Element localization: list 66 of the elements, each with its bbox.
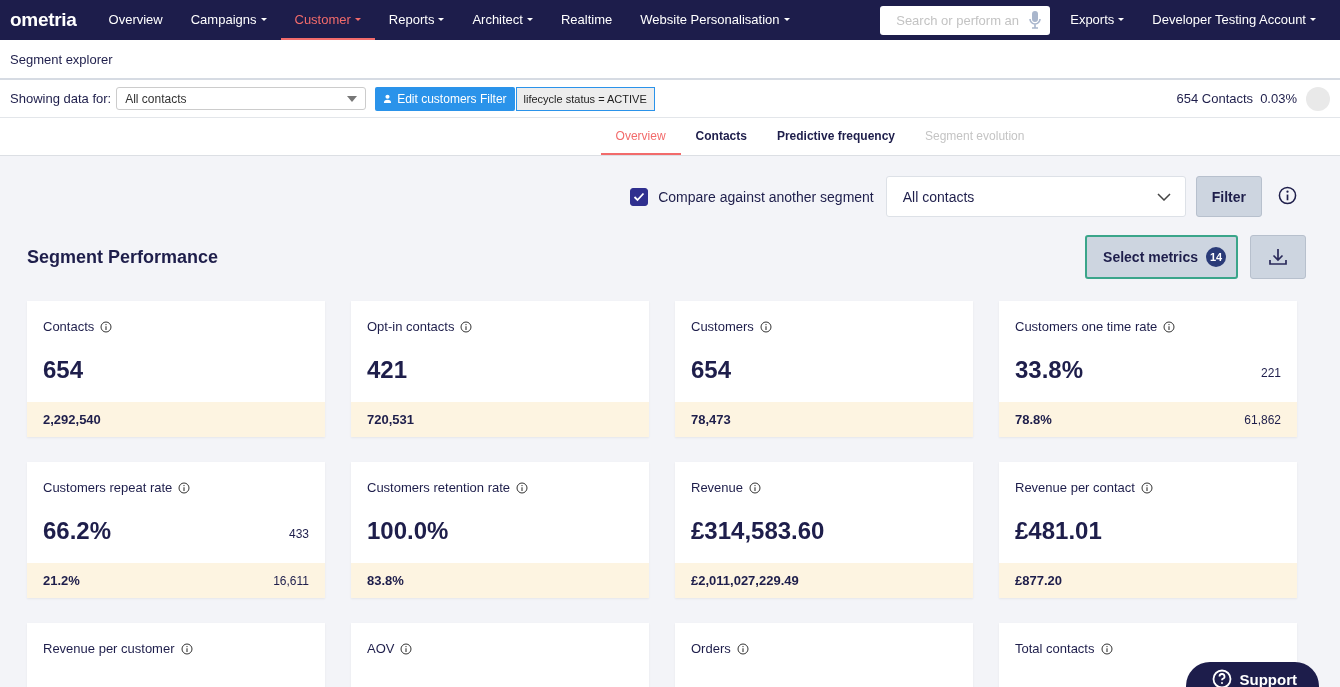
comparison-value: £877.20 (1015, 573, 1062, 588)
person-icon (383, 94, 393, 103)
page-title: Segment explorer (10, 51, 113, 67)
comparison-value: 78,473 (691, 412, 731, 427)
logo[interactable]: ometria (10, 0, 77, 40)
comparison-value: 720,531 (367, 412, 414, 427)
metric-title: Contacts (43, 319, 95, 334)
comparison-value: 78.8% (1015, 412, 1052, 427)
search-bar[interactable]: Search or perform an (880, 5, 1051, 35)
metric-value: £314,583.60 (691, 517, 825, 545)
download-button[interactable] (1250, 235, 1306, 279)
contacts-percent: 0.03% (1260, 91, 1297, 106)
select-metrics-button[interactable]: Select metrics 14 (1085, 235, 1238, 279)
metric-title: Opt-in contacts (367, 319, 455, 334)
metric-value: 654 (691, 356, 732, 384)
caret-icon (347, 95, 358, 102)
info-icon[interactable] (1278, 186, 1297, 205)
tab[interactable]: Contacts (680, 118, 762, 155)
support-button[interactable]: Support (1185, 662, 1319, 687)
metric-title: Customers retention rate (367, 480, 511, 495)
comparison-value: 83.8% (367, 573, 404, 588)
metric-title: Revenue per contact (1015, 480, 1135, 495)
metric-value: 654 (43, 356, 84, 384)
metric-title: Customers (691, 319, 754, 334)
nav-item[interactable]: Campaigns (176, 0, 281, 40)
metric-value: 421 (367, 356, 408, 384)
count-badge: 14 (1206, 247, 1226, 267)
section-title: Segment Performance (27, 246, 219, 268)
nav-item[interactable]: Website Personalisation (626, 0, 804, 40)
metric-value: 100.0% (367, 517, 449, 545)
metric-title: Orders (691, 641, 731, 656)
metric-value: 66.2% (43, 517, 112, 545)
nav-item[interactable]: Overview (94, 0, 177, 40)
tab[interactable]: Predictive frequency (761, 118, 910, 155)
metric-title: Revenue per customer (43, 641, 175, 656)
metric-title: Customers one time rate (1015, 319, 1158, 334)
metric-value: 33.8% (1015, 356, 1084, 384)
compare-checkbox[interactable] (630, 187, 649, 206)
nav-item[interactable]: Reports (374, 0, 459, 40)
segment-dropdown[interactable]: All contacts (116, 87, 367, 110)
comparison-value: £2,011,027,229.49 (691, 573, 799, 588)
comparison-value: 21.2% (43, 573, 80, 588)
nav-item[interactable]: Realtime (546, 0, 627, 40)
filter-label: Showing data for: (10, 91, 112, 106)
metric-count: 221 (1260, 366, 1281, 382)
comparison-value: 2,292,540 (43, 412, 101, 427)
nav-item[interactable]: Developer Testing Account (1138, 0, 1330, 40)
comparison-count: 61,862 (1244, 412, 1281, 427)
nav-item[interactable]: Architect (458, 0, 547, 40)
filter-tag: lifecycle status = ACTIVE (515, 86, 655, 111)
metric-title: Total contacts (1015, 641, 1095, 656)
metric-title: Revenue (691, 480, 744, 495)
compare-label: Compare against another segment (658, 188, 874, 205)
comparison-count: 16,611 (273, 573, 309, 588)
contacts-count: 654 Contacts (1176, 91, 1254, 106)
metric-value: £481.01 (1015, 517, 1102, 545)
metric-title: Customers repeat rate (43, 480, 173, 495)
help-icon (1211, 669, 1232, 687)
filter-button[interactable]: Filter (1195, 176, 1262, 217)
metric-title: AOV (367, 641, 395, 656)
metric-count: 433 (288, 527, 309, 543)
nav-item[interactable]: Exports (1056, 0, 1139, 40)
checkmark-icon (633, 191, 646, 202)
download-icon (1268, 247, 1288, 267)
compare-segment-dropdown[interactable]: All contacts (885, 176, 1186, 217)
chevron-down-icon (1156, 192, 1171, 201)
